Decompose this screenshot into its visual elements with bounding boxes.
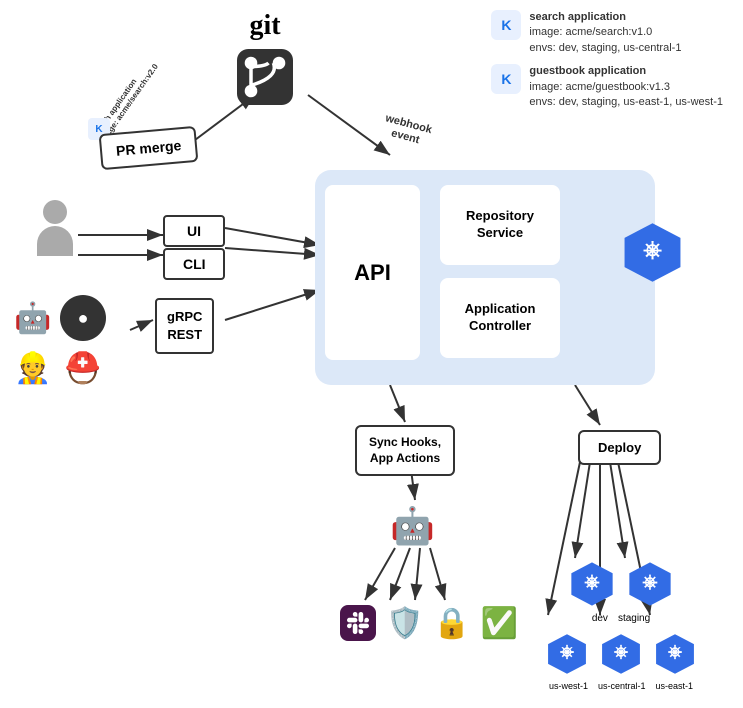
svg-text:⎈: ⎈ [584,572,599,593]
app-info-panel: K search application image: acme/search:… [491,10,723,118]
search-app-item: K search application image: acme/search:… [491,10,723,56]
k8s-staging-label: staging [618,613,650,624]
guestbook-app-item: K guestbook application image: acme/gues… [491,64,723,110]
sync-hooks-label-line2: App Actions [369,451,441,467]
k8s-useast-icon: ⎈ [653,632,697,676]
search-app-image: image: acme/search:v1.0 [529,25,681,40]
k8s-main-svg: ⎈ [620,220,685,285]
pr-merge-box: PR merge [99,126,199,170]
repo-service-label: RepositoryService [466,208,534,242]
repository-service-box: RepositoryService [440,185,560,265]
sync-hooks-label-line1: Sync Hooks, [369,435,441,451]
k8s-dev-icon: ⎈ [568,560,616,608]
cli-box: CLI [163,248,225,280]
search-app-details: search application image: acme/search:v1… [529,10,681,56]
guestbook-app-image: image: acme/guestbook:v1.3 [529,80,723,95]
k8s-uswest-icon: ⎈ [545,632,589,676]
api-box: API [325,185,420,360]
bot-orange-icon: 🤖 [10,295,56,341]
grpc-label: gRPC [167,308,202,326]
guestbook-app-icon: K [491,64,521,94]
svg-text:⎈: ⎈ [643,237,662,263]
helm-icon: ⛑️ [60,345,106,391]
guestbook-app-details: guestbook application image: acme/guestb… [529,64,723,110]
k8s-cluster: ⎈ ⎈ dev staging ⎈ ⎈ ⎈ [545,560,697,691]
slack-icon [340,605,376,641]
rest-label: REST [167,326,202,344]
user-body [37,226,73,256]
k8s-uscentral-icon: ⎈ [599,632,643,676]
git-label: git [230,10,300,42]
agent-robot-icon: 🤖 [390,505,435,547]
search-app-name: search application [529,10,681,25]
health-shield-icon: 🛡️ [386,606,423,641]
lock-shield-icon: 🔒 [433,606,470,641]
k8s-top-labels: dev staging [545,613,697,624]
user-icon [30,200,80,260]
app-controller-box: ApplicationController [440,278,560,358]
guestbook-app-name: guestbook application [529,64,723,79]
k8s-uscentral-label: us-central-1 [598,681,646,691]
git-logo: git [230,10,300,115]
app-controller-label: ApplicationController [465,301,536,335]
integration-icons: 🛡️ 🔒 ✅ [340,605,518,641]
jenkins-icon: 👷 [10,345,56,391]
git-icon [230,42,300,112]
webhook-event-label: webhook event [380,112,433,150]
k8s-uswest-label: us-west-1 [549,681,588,691]
user-head [43,200,67,224]
svg-text:⎈: ⎈ [668,642,683,662]
checklist-icon: ✅ [481,606,518,641]
user-figure [30,200,80,260]
sync-hooks-box: Sync Hooks, App Actions [355,425,455,476]
svg-text:⎈: ⎈ [614,642,629,662]
ui-box: UI [163,215,225,247]
k8s-useast-label: us-east-1 [656,681,694,691]
circleci-icon: ● [60,295,106,341]
grpc-rest-box: gRPC REST [155,298,214,354]
search-app-icon: K [491,10,521,40]
search-app-envs: envs: dev, staging, us-central-1 [529,41,681,56]
bot-icons: 🤖 ● 👷 ⛑️ [10,295,130,391]
pr-merge-area: PR merge [100,130,197,166]
k8s-staging-icon: ⎈ [626,560,674,608]
deploy-box: Deploy [578,430,661,465]
architecture-diagram: git K search application image: acme/sea… [0,0,743,708]
kubernetes-main-icon: ⎈ [620,220,685,288]
k8s-bottom-labels: us-west-1 us-central-1 us-east-1 [545,681,697,691]
guestbook-app-envs: envs: dev, staging, us-east-1, us-west-1 [529,95,723,110]
svg-text:⎈: ⎈ [642,572,657,593]
k8s-top-row: ⎈ ⎈ [545,560,697,608]
k8s-dev-label: dev [592,613,608,624]
svg-text:⎈: ⎈ [560,642,575,662]
k8s-bottom-row: ⎈ ⎈ ⎈ [545,632,697,676]
